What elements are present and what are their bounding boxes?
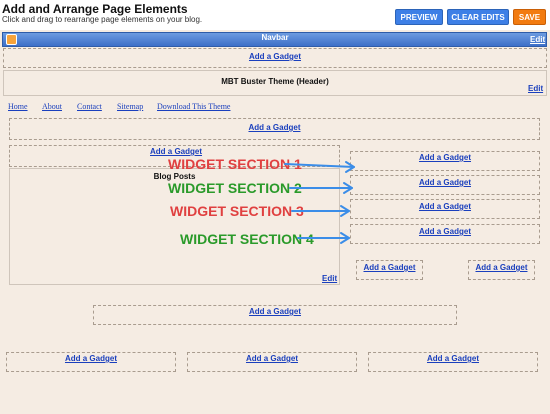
add-gadget-link[interactable]: Add a Gadget [6,354,176,363]
add-gadget-link[interactable]: Add a Gadget [187,354,357,363]
add-gadget-link[interactable]: Add a Gadget [93,307,457,316]
arrow-1 [284,163,355,168]
add-gadget-link[interactable]: Add a Gadget [368,354,538,363]
